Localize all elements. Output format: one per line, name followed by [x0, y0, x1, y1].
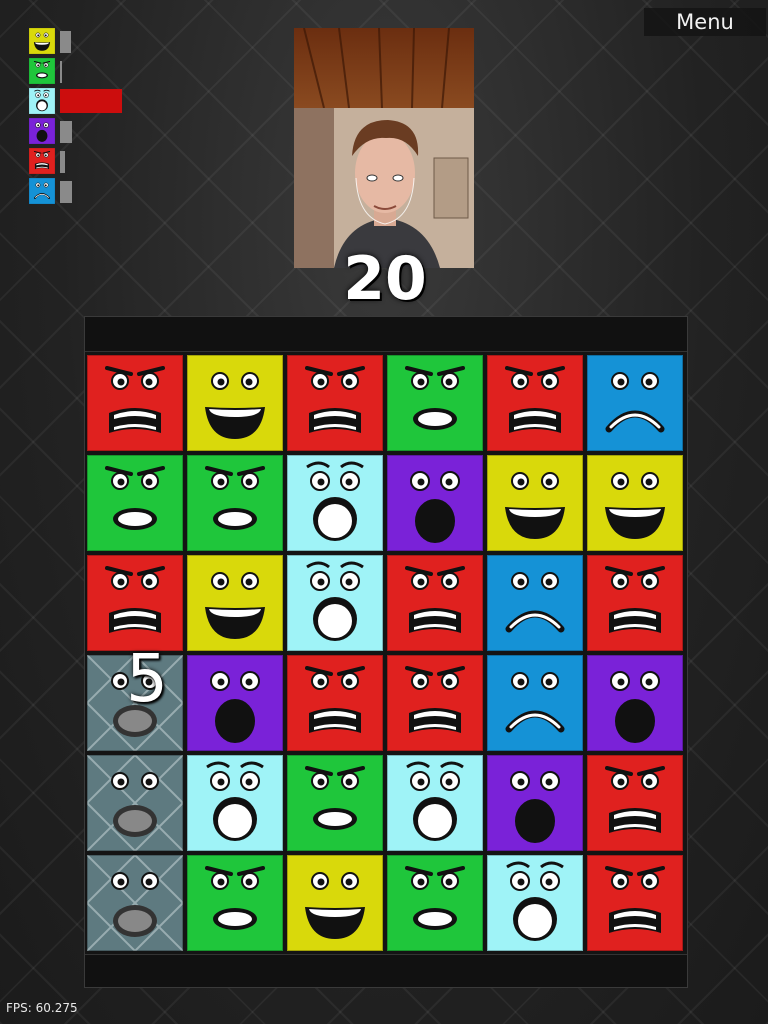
surprised-face-icon	[28, 57, 56, 85]
surprised-face-tile[interactable]	[387, 855, 483, 951]
surprised-face-icon	[387, 855, 483, 951]
stone-face-icon	[87, 755, 183, 851]
surprised-face-tile[interactable]	[287, 755, 383, 851]
scared-face-icon	[187, 655, 283, 751]
surprised-face-icon	[87, 455, 183, 551]
angry-face-icon	[587, 755, 683, 851]
sad-face-tile[interactable]	[487, 555, 583, 651]
surprised-face-tile[interactable]	[387, 355, 483, 451]
surprised-face-icon	[387, 355, 483, 451]
shocked-face-icon	[28, 87, 56, 115]
shocked-face-icon	[287, 455, 383, 551]
angry-face-tile[interactable]	[87, 555, 183, 651]
shocked-face-tile[interactable]	[187, 755, 283, 851]
happy-face-icon	[487, 455, 583, 551]
happy-face-tile[interactable]	[187, 555, 283, 651]
sad-face-icon	[28, 177, 56, 205]
angry-face-icon	[287, 355, 383, 451]
angry-face-tile[interactable]	[487, 355, 583, 451]
angry-face-tile[interactable]	[87, 355, 183, 451]
scared-face-tile[interactable]	[587, 655, 683, 751]
surprised-face-icon	[187, 855, 283, 951]
happy-face-tile[interactable]	[587, 455, 683, 551]
angry-face-icon	[87, 355, 183, 451]
angry-face-icon	[387, 655, 483, 751]
menu-button[interactable]: Menu	[644, 8, 766, 36]
angry-face-tile[interactable]	[587, 855, 683, 951]
surprised-face-icon	[287, 755, 383, 851]
shocked-face-tile[interactable]	[487, 855, 583, 951]
shocked-face-tile[interactable]	[287, 555, 383, 651]
happy-face-icon	[187, 555, 283, 651]
shocked-face-tile[interactable]	[287, 455, 383, 551]
shocked-level-bar	[60, 89, 122, 113]
angry-face-tile[interactable]	[287, 355, 383, 451]
angry-face-tile[interactable]	[387, 655, 483, 751]
shocked-face-tile[interactable]	[387, 755, 483, 851]
sad-face-icon	[487, 655, 583, 751]
sad-face-tile[interactable]	[587, 355, 683, 451]
happy-face-icon	[587, 455, 683, 551]
surprised-level-bar	[60, 61, 62, 83]
scared-face-tile[interactable]	[487, 755, 583, 851]
sad-face-icon	[587, 355, 683, 451]
scared-face-tile[interactable]	[387, 455, 483, 551]
happy-level-bar	[60, 31, 71, 53]
surprised-face-tile[interactable]	[187, 855, 283, 951]
angry-face-icon	[87, 555, 183, 651]
angry-face-icon	[587, 555, 683, 651]
sad-face-icon	[487, 555, 583, 651]
surprised-face-tile[interactable]	[87, 455, 183, 551]
angry-face-tile[interactable]	[387, 555, 483, 651]
stone-face-tile[interactable]	[87, 755, 183, 851]
board-top-rail	[85, 317, 687, 352]
shocked-face-icon	[287, 555, 383, 651]
stone-face-icon	[87, 855, 183, 951]
stone-face-tile[interactable]	[87, 855, 183, 951]
angry-face-icon	[587, 855, 683, 951]
scared-level-bar	[60, 121, 72, 143]
webcam-face-image	[294, 28, 474, 268]
shocked-face-icon	[487, 855, 583, 951]
shocked-face-icon	[187, 755, 283, 851]
angry-level-bar	[60, 151, 65, 173]
angry-face-icon	[387, 555, 483, 651]
surprised-face-icon	[187, 455, 283, 551]
sad-level-bar	[60, 181, 72, 203]
game-board[interactable]	[87, 355, 687, 955]
combo-counter: 5	[126, 640, 168, 717]
fps-counter: FPS: 60.275	[6, 1001, 78, 1015]
angry-face-tile[interactable]	[587, 755, 683, 851]
scared-face-icon	[28, 117, 56, 145]
happy-face-icon	[28, 27, 56, 55]
happy-face-icon	[287, 855, 383, 951]
scared-face-icon	[587, 655, 683, 751]
surprised-face-tile[interactable]	[187, 455, 283, 551]
scared-face-tile[interactable]	[187, 655, 283, 751]
happy-face-tile[interactable]	[287, 855, 383, 951]
scared-face-icon	[487, 755, 583, 851]
shocked-face-icon	[387, 755, 483, 851]
angry-face-icon	[487, 355, 583, 451]
angry-face-tile[interactable]	[287, 655, 383, 751]
sad-face-tile[interactable]	[487, 655, 583, 751]
scared-face-icon	[387, 455, 483, 551]
angry-face-icon	[287, 655, 383, 751]
angry-face-icon	[28, 147, 56, 175]
happy-face-tile[interactable]	[187, 355, 283, 451]
angry-face-tile[interactable]	[587, 555, 683, 651]
webcam-feed	[294, 28, 474, 268]
score-counter: 20	[343, 244, 427, 314]
board-bottom-rail	[85, 954, 687, 987]
happy-face-tile[interactable]	[487, 455, 583, 551]
happy-face-icon	[187, 355, 283, 451]
